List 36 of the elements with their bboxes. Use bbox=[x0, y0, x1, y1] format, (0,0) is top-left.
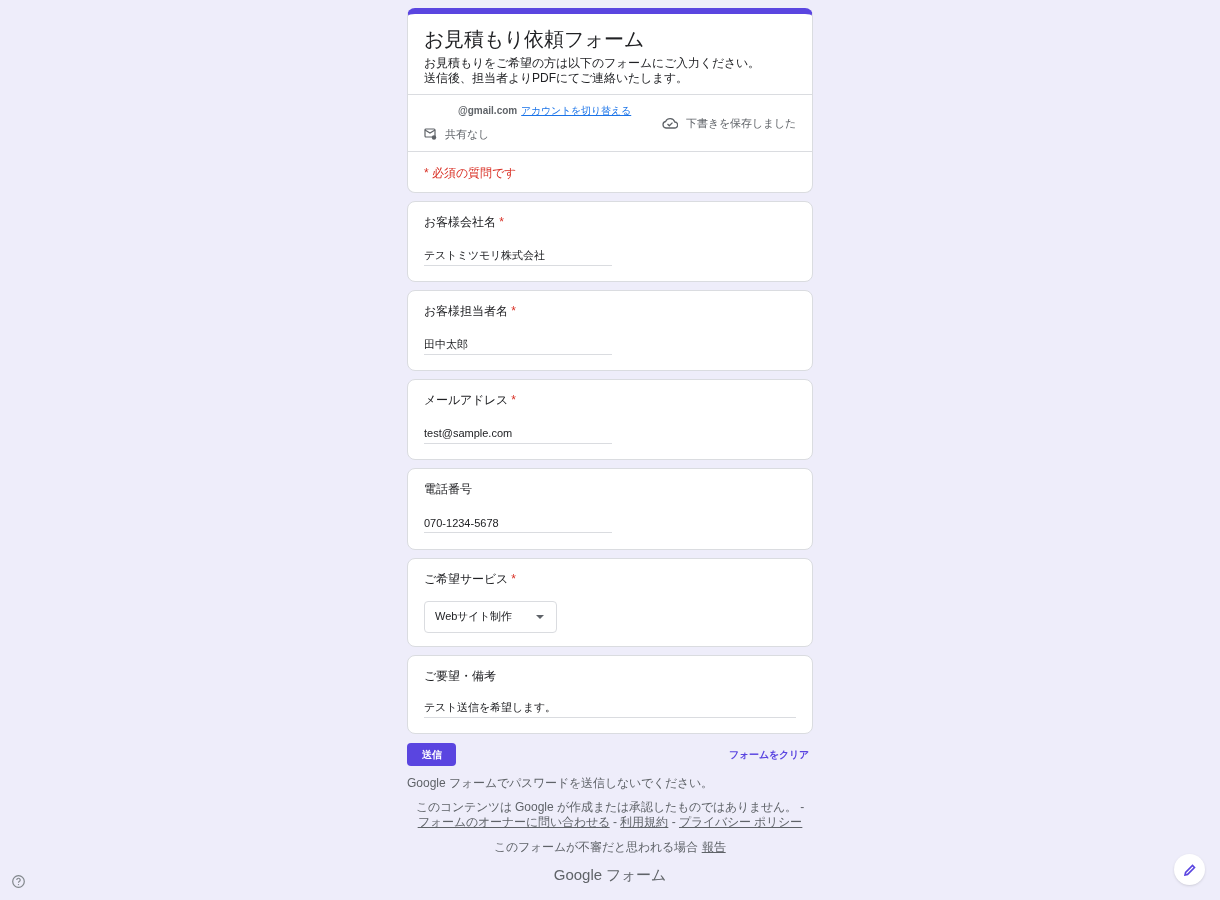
contact-owner-link[interactable]: フォームのオーナーに問い合わせる bbox=[417, 814, 610, 829]
caret-icon bbox=[536, 614, 545, 619]
question-label: お客様会社名 * bbox=[424, 213, 505, 230]
text-field[interactable]: 田中太郎 bbox=[424, 334, 612, 355]
report-text: このフォームが不審だと思われる場合 報告 bbox=[493, 838, 727, 856]
text-field[interactable]: 070-1234-5678 bbox=[424, 513, 612, 533]
terms-link[interactable]: 利用規約 bbox=[620, 814, 669, 829]
required-note: * 必須の質問です bbox=[424, 165, 516, 180]
password-warning: Google フォームでパスワードを送信しないでください。 bbox=[407, 774, 715, 792]
cloud-check-icon bbox=[662, 116, 678, 129]
submit-button[interactable]: 送信 bbox=[407, 742, 456, 766]
clear-form-button[interactable]: フォームをクリア bbox=[725, 746, 813, 762]
question-label: ご希望サービス * bbox=[424, 570, 517, 587]
question-label: 電話番号 bbox=[424, 481, 473, 497]
form-description: お見積もりをご希望の方は以下のフォームにご入力ください。 bbox=[424, 56, 761, 71]
text-field[interactable]: test@sample.com bbox=[424, 423, 612, 444]
dropdown[interactable]: Webサイト制作 bbox=[424, 600, 558, 633]
switch-account-link[interactable]: アカウントを切り替える bbox=[521, 103, 632, 118]
google-forms-logo: Google フォーム bbox=[552, 864, 668, 885]
disclaimer-text: このコンテンツは Google が作成または承認したものではありません。 - フォームのオーナーに問い合わせる - 利用規約 - プライバシー ポリシー bbox=[414, 799, 806, 830]
edit-button[interactable] bbox=[1174, 854, 1205, 885]
question-label: メールアドレス * bbox=[424, 391, 517, 408]
sharing-status: 共有なし bbox=[445, 127, 489, 142]
form-title: お見積もり依頼フォーム bbox=[424, 27, 645, 52]
mail-settings-icon bbox=[424, 128, 437, 141]
question-label: お客様担当者名 * bbox=[424, 302, 517, 319]
text-field[interactable]: テスト送信を希望します。 bbox=[424, 697, 796, 718]
draft-status: 下書きを保存しました bbox=[686, 115, 796, 131]
privacy-link[interactable]: プライバシー ポリシー bbox=[679, 814, 803, 829]
text-field[interactable]: テストミツモリ株式会社 bbox=[424, 245, 612, 266]
form-description: 送信後、担当者よりPDFにてご連絡いたします。 bbox=[424, 71, 689, 86]
help-icon[interactable] bbox=[12, 875, 25, 888]
report-link[interactable]: 報告 bbox=[701, 839, 726, 854]
question-label: ご要望・備考 bbox=[424, 667, 497, 684]
pencil-icon bbox=[1183, 863, 1196, 876]
account-email: @gmail.com bbox=[458, 104, 518, 118]
